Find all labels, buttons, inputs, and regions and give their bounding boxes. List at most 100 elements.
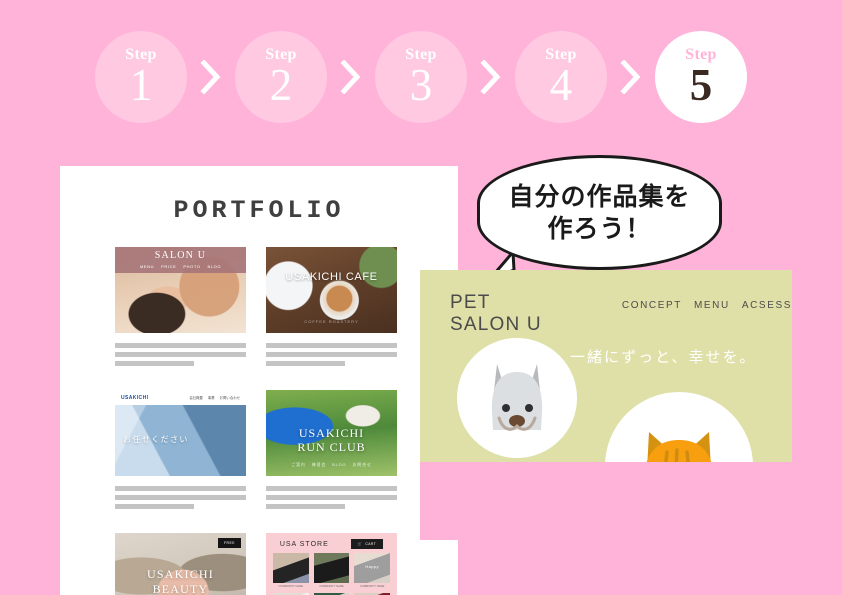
chevron-right-icon bbox=[607, 57, 655, 97]
product-grid: COMMODITY NAME COMMODITY NAME Happy COMM… bbox=[273, 553, 390, 595]
portfolio-title: PORTFOLIO bbox=[173, 196, 345, 225]
placeholder-line bbox=[115, 361, 194, 366]
portfolio-card-usakichi-corporate[interactable]: USAKICHI 会社概要 事業 お問い合わせ お任せください bbox=[115, 390, 246, 513]
speech-bubble-body: 自分の作品集を 作ろう！ bbox=[477, 155, 722, 270]
placeholder-lines bbox=[115, 486, 246, 509]
site-header: SALON U MENU PRICE PHOTO BLOG bbox=[115, 247, 246, 273]
product-item[interactable]: COMMODITY NAME bbox=[313, 553, 350, 589]
speech-bubble: 自分の作品集を 作ろう！ bbox=[477, 155, 722, 282]
portfolio-card-usa-store[interactable]: USA STORE 🛒 CART COMMODITY NAME COMMODIT… bbox=[266, 533, 397, 595]
site-title: USAKICHI BEAUTY bbox=[115, 567, 246, 595]
nav-item: PRICE bbox=[161, 264, 177, 269]
product-caption: COMMODITY NAME bbox=[278, 585, 303, 588]
portfolio-card-usakichi-run-club[interactable]: USAKICHI RUN CLUB ご案内 練習会 BLOG お問合せ bbox=[266, 390, 397, 513]
step-number: 4 bbox=[549, 60, 573, 111]
placeholder-line bbox=[266, 495, 397, 500]
chevron-right-icon bbox=[187, 57, 235, 97]
step-number: 1 bbox=[129, 60, 153, 111]
nav-item-concept[interactable]: CONCEPT bbox=[622, 300, 682, 311]
site-header: USA STORE 🛒 CART bbox=[266, 539, 397, 549]
placeholder-line bbox=[266, 486, 397, 491]
nav-item: ご案内 bbox=[291, 462, 306, 467]
nav-item: お問い合わせ bbox=[219, 396, 240, 400]
product-caption: COMMODITY NAME bbox=[360, 585, 385, 588]
step-item-1[interactable]: Step 1 bbox=[95, 31, 187, 123]
dog-face-icon bbox=[491, 364, 543, 431]
placeholder-line bbox=[266, 504, 345, 509]
placeholder-line bbox=[115, 352, 246, 357]
site-nav: ご案内 練習会 BLOG お問合せ bbox=[266, 462, 397, 468]
nav-item: 会社概要 bbox=[189, 396, 203, 400]
portfolio-thumbnail[interactable]: USA STORE 🛒 CART COMMODITY NAME COMMODIT… bbox=[266, 533, 397, 595]
site-logo: USAKICHI bbox=[121, 394, 149, 401]
product-image bbox=[313, 553, 350, 583]
product-overlay: Happy bbox=[365, 564, 379, 569]
site-title-line2: RUN CLUB bbox=[297, 440, 366, 454]
placeholder-lines bbox=[266, 486, 397, 509]
product-image: Happy bbox=[354, 553, 390, 583]
nav-item: お問合せ bbox=[352, 462, 372, 467]
nav-item: BLOG bbox=[207, 264, 222, 269]
placeholder-line bbox=[115, 495, 246, 500]
product-caption: COMMODITY NAME bbox=[319, 585, 344, 588]
site-nav: 会社概要 事業 お問い合わせ bbox=[189, 395, 240, 400]
site-nav: MENU PRICE PHOTO BLOG bbox=[140, 264, 221, 269]
portfolio-grid: SALON U MENU PRICE PHOTO BLOG USAKICHI C… bbox=[60, 247, 458, 595]
step-item-5[interactable]: Step 5 bbox=[655, 31, 747, 123]
nav-item: 練習会 bbox=[311, 462, 327, 467]
site-title: USAKICHI RUN CLUB bbox=[266, 426, 397, 454]
nav-item: PHOTO bbox=[183, 264, 201, 269]
portfolio-thumbnail[interactable]: FREE USAKICHI BEAUTY MENU PRICE PHOTO SH… bbox=[115, 533, 246, 595]
site-footer: COFFEE ROASTERY bbox=[304, 319, 359, 324]
product-image bbox=[273, 553, 309, 583]
portfolio-panel: PORTFOLIO SALON U MENU PRICE PHOTO BLOG bbox=[60, 166, 458, 595]
dog-illustration-circle bbox=[457, 338, 577, 458]
portfolio-card-usakichi-cafe[interactable]: USAKICHI CAFE COFFEE ROASTERY bbox=[266, 247, 397, 370]
cart-button[interactable]: 🛒 CART bbox=[350, 539, 384, 549]
placeholder-line bbox=[266, 352, 397, 357]
site-header: USAKICHI 会社概要 事業 お問い合わせ bbox=[115, 390, 246, 405]
cart-label: CART bbox=[365, 542, 377, 546]
placeholder-line bbox=[266, 343, 397, 348]
pet-salon-preview-panel[interactable]: PET SALON U CONCEPT MENU ACSESS 一緒にずっと、幸… bbox=[420, 270, 792, 540]
pet-salon-tagline: 一緒にずっと、幸せを。 bbox=[570, 349, 757, 366]
step-item-3[interactable]: Step 3 bbox=[375, 31, 467, 123]
pet-salon-header: PET SALON U CONCEPT MENU ACSESS bbox=[450, 292, 792, 336]
site-title: SALON U bbox=[154, 250, 207, 261]
nav-item: BLOG bbox=[332, 462, 347, 467]
site-logo: USA STORE bbox=[279, 540, 329, 548]
portfolio-card-salon-u[interactable]: SALON U MENU PRICE PHOTO BLOG bbox=[115, 247, 246, 370]
product-item[interactable]: Happy COMMODITY NAME bbox=[354, 553, 390, 589]
portfolio-card-usakichi-beauty[interactable]: FREE USAKICHI BEAUTY MENU PRICE PHOTO SH… bbox=[115, 533, 246, 595]
site-title-line1: USAKICHI bbox=[298, 426, 365, 440]
site-title: USAKICHI CAFE bbox=[285, 271, 378, 283]
hero-headline: お任せください bbox=[123, 435, 189, 444]
product-item[interactable]: COMMODITY NAME bbox=[273, 553, 309, 589]
site-title-line1: USAKICHI bbox=[147, 567, 214, 581]
placeholder-line bbox=[115, 343, 246, 348]
nav-item: MENU bbox=[139, 264, 155, 269]
portfolio-thumbnail[interactable]: USAKICHI RUN CLUB ご案内 練習会 BLOG お問合せ bbox=[266, 390, 397, 476]
nav-item-acsess[interactable]: ACSESS bbox=[742, 300, 792, 311]
placeholder-line bbox=[266, 361, 345, 366]
placeholder-lines bbox=[115, 343, 246, 366]
step-progress-bar: Step 1 Step 2 Step 3 Step 4 Step 5 bbox=[0, 22, 842, 132]
placeholder-line bbox=[115, 486, 246, 491]
chevron-right-icon bbox=[327, 57, 375, 97]
nav-item-menu[interactable]: MENU bbox=[694, 300, 730, 311]
portfolio-thumbnail[interactable]: SALON U MENU PRICE PHOTO BLOG bbox=[115, 247, 246, 333]
site-title-line2: BEAUTY bbox=[152, 582, 209, 595]
step-item-2[interactable]: Step 2 bbox=[235, 31, 327, 123]
pet-salon-logo: PET SALON U bbox=[450, 292, 542, 335]
step-number: 5 bbox=[689, 60, 713, 111]
placeholder-line bbox=[115, 504, 194, 509]
step-item-4[interactable]: Step 4 bbox=[515, 31, 607, 123]
shopping-cart-icon: 🛒 bbox=[357, 542, 363, 546]
chevron-right-icon bbox=[467, 57, 515, 97]
placeholder-lines bbox=[266, 343, 397, 366]
portfolio-thumbnail[interactable]: USAKICHI 会社概要 事業 お問い合わせ お任せください bbox=[115, 390, 246, 476]
nav-item: 事業 bbox=[207, 396, 215, 400]
site-badge: FREE bbox=[217, 538, 241, 548]
step-number: 2 bbox=[269, 60, 293, 111]
portfolio-thumbnail[interactable]: USAKICHI CAFE COFFEE ROASTERY bbox=[266, 247, 397, 333]
